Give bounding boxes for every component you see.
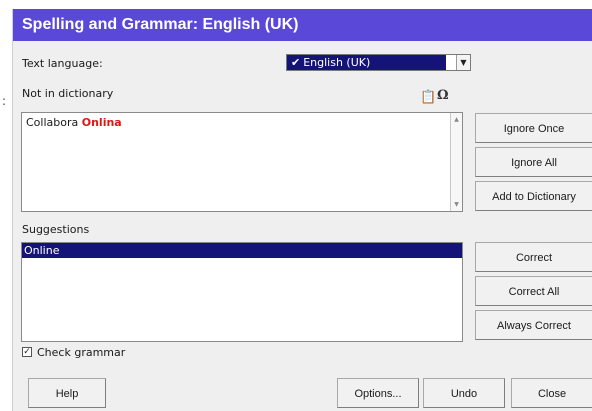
ignore-once-button[interactable]: Ignore Once	[475, 113, 592, 143]
not-in-dictionary-label: Not in dictionary	[22, 87, 114, 100]
check-grammar-label: Check grammar	[37, 346, 126, 359]
undo-button[interactable]: Undo	[423, 378, 505, 408]
text-language-value: ✔ English (UK)	[287, 55, 446, 70]
dialog-title: Spelling and Grammar: English (UK)	[13, 9, 592, 41]
always-correct-button[interactable]: Always Correct	[475, 310, 592, 340]
misspelled-word: Onlina	[81, 116, 122, 129]
correct-button[interactable]: Correct	[475, 242, 592, 272]
correct-all-button[interactable]: Correct All	[475, 276, 592, 306]
text-language-label: Text language:	[22, 57, 103, 70]
options-button[interactable]: Options...	[337, 378, 419, 408]
help-button[interactable]: Help	[28, 378, 106, 408]
sentence-text: Collabora Onlina	[26, 116, 122, 129]
suggestions-list[interactable]: Online	[21, 242, 463, 342]
check-icon: ✔	[291, 56, 301, 69]
check-grammar-checkbox[interactable]: ✓	[22, 347, 32, 357]
ignore-all-button[interactable]: Ignore All	[475, 147, 592, 177]
add-to-dictionary-button[interactable]: Add to Dictionary	[475, 181, 592, 211]
sentence-textbox[interactable]: Collabora Onlina ▲ ▼	[21, 112, 463, 212]
paste-icon[interactable]: 📋	[420, 90, 436, 105]
spelling-dialog: Spelling and Grammar: English (UK) Text …	[12, 9, 592, 411]
special-character-icon[interactable]: Ω	[437, 88, 449, 103]
stray-colon: :	[2, 94, 7, 108]
list-item[interactable]: Online	[22, 243, 462, 258]
sentence-prefix: Collabora	[26, 116, 82, 129]
scroll-down-icon[interactable]: ▼	[452, 200, 461, 209]
scroll-up-icon[interactable]: ▲	[452, 115, 461, 124]
close-button[interactable]: Close	[511, 378, 592, 408]
sentence-scrollbar[interactable]: ▲ ▼	[450, 113, 462, 211]
suggestions-label: Suggestions	[22, 223, 90, 236]
text-language-select[interactable]: ✔ English (UK) ▼	[286, 54, 471, 71]
text-language-selected: English (UK)	[303, 56, 371, 69]
chevron-down-icon[interactable]: ▼	[456, 55, 470, 70]
